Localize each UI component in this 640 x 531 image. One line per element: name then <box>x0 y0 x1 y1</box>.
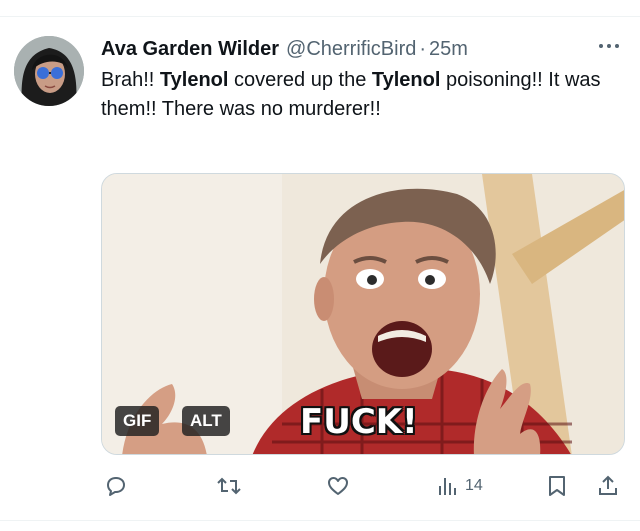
author-handle[interactable]: @CherrificBird <box>286 38 416 61</box>
tweet-text-bold-segment: Tylenol <box>371 69 441 91</box>
avatar-image <box>14 36 84 106</box>
timestamp[interactable]: 25m <box>429 38 468 61</box>
tweet-header: Ava Garden Wilder @CherrificBird · 25m <box>101 36 468 62</box>
tweet-text: Brah!! Tylenol covered up the Tylenol po… <box>101 66 601 124</box>
reply-button[interactable] <box>104 470 128 502</box>
bookmark-icon <box>549 476 565 496</box>
tweet-text-segment: Brah!! <box>101 69 160 91</box>
share-icon <box>599 475 617 495</box>
reply-icon <box>107 477 125 496</box>
heart-icon <box>328 477 348 495</box>
separator-dot: · <box>419 37 427 60</box>
action-bar: 14 <box>0 470 640 502</box>
views-button[interactable]: 14 <box>435 470 483 502</box>
repost-icon <box>217 477 241 495</box>
repost-button[interactable] <box>216 470 242 502</box>
gif-caption: FUCK! <box>300 402 418 442</box>
share-button[interactable] <box>596 470 620 502</box>
tweet-text-segment: covered up the <box>228 69 372 91</box>
divider-bottom <box>0 520 640 521</box>
author-name[interactable]: Ava Garden Wilder <box>101 38 279 61</box>
gif-badge[interactable]: GIF <box>115 406 160 436</box>
views-count: 14 <box>465 477 483 494</box>
tweet-text-bold-segment: Tylenol <box>159 69 229 91</box>
alt-badge[interactable]: ALT <box>182 406 230 436</box>
like-button[interactable] <box>326 470 350 502</box>
divider-top <box>0 16 640 17</box>
bookmark-button[interactable] <box>546 470 568 502</box>
more-options-icon[interactable] <box>596 38 622 54</box>
views-icon <box>439 478 456 495</box>
avatar[interactable] <box>14 36 84 106</box>
